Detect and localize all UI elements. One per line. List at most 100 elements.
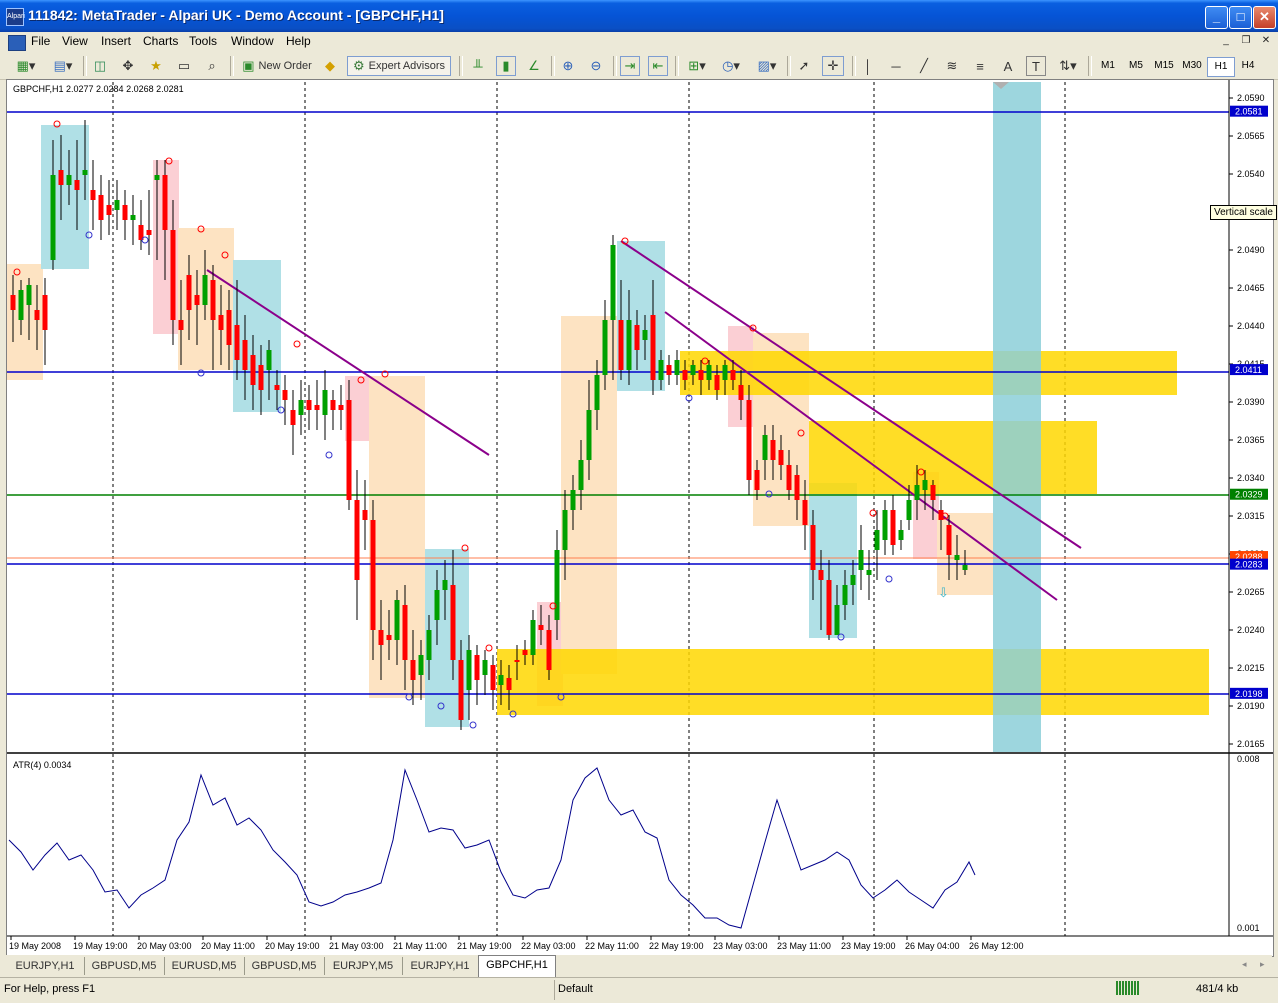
- bar-chart-icon[interactable]: ╨: [468, 56, 488, 76]
- timeframe-h1[interactable]: H1: [1207, 57, 1235, 77]
- menu-tools[interactable]: Tools: [186, 34, 220, 48]
- candle: [890, 495, 896, 555]
- equidistant-channel-icon[interactable]: ≋: [942, 56, 962, 76]
- candle: [314, 380, 320, 430]
- terminal-icon[interactable]: ★: [146, 56, 166, 76]
- line-chart-icon[interactable]: ∠: [524, 56, 544, 76]
- new-order-button[interactable]: ▣ New Order: [237, 56, 317, 76]
- menu-insert[interactable]: Insert: [98, 34, 134, 48]
- maximize-button[interactable]: □: [1229, 6, 1252, 29]
- candle: [874, 510, 880, 580]
- horizontal-line-icon[interactable]: ─: [886, 56, 906, 76]
- candle: [474, 645, 480, 705]
- status-divider: [554, 980, 555, 1000]
- menu-file[interactable]: File: [28, 34, 53, 48]
- candle: [858, 525, 864, 590]
- menu-window[interactable]: Window: [228, 34, 277, 48]
- price-tick-label: 2.0190: [1237, 701, 1265, 711]
- price-chart[interactable]: ⇩ 2.05902.05652.05402.05152.04902.04652.…: [7, 80, 1273, 956]
- trendline-icon[interactable]: ╱: [914, 56, 934, 76]
- toolbar-separator: [1088, 56, 1092, 76]
- crosshair-icon[interactable]: ✛: [822, 56, 844, 76]
- chart-tabs: EURJPY,H1 GBPUSD,M5 EURUSD,M5 GBPUSD,M5 …: [6, 955, 1272, 977]
- data-window-icon[interactable]: ▭: [174, 56, 194, 76]
- mdi-restore-icon[interactable]: ❐: [1238, 34, 1254, 48]
- time-label: 21 May 03:00: [329, 941, 384, 951]
- arrows-icon[interactable]: ⇅▾: [1054, 56, 1082, 76]
- time-label: 20 May 03:00: [137, 941, 192, 951]
- candle: [122, 190, 128, 240]
- fibonacci-icon[interactable]: ≡: [970, 56, 990, 76]
- candle: [114, 180, 120, 230]
- app-icon[interactable]: Alpari: [6, 8, 25, 26]
- templates-icon[interactable]: ▨ ▾: [752, 56, 782, 76]
- candle: [490, 655, 496, 710]
- cursor-icon[interactable]: ➚: [794, 56, 814, 76]
- time-label: 19 May 2008: [9, 941, 61, 951]
- timeframe-h4[interactable]: H4: [1235, 57, 1261, 75]
- periods-icon[interactable]: ◷ ▾: [716, 56, 746, 76]
- text-icon[interactable]: A: [998, 56, 1018, 76]
- menu-view[interactable]: View: [59, 34, 91, 48]
- price-marker-label: 2.0283: [1235, 560, 1263, 570]
- price-tick-label: 2.0265: [1237, 587, 1265, 597]
- candle: [330, 390, 336, 430]
- candle: [322, 370, 328, 440]
- candle: [882, 500, 888, 555]
- expert-advisors-icon: ⚙: [352, 58, 365, 73]
- timeframe-m5[interactable]: M5: [1123, 57, 1149, 75]
- price-marker: 2.0581: [1230, 105, 1268, 117]
- minimize-button[interactable]: _: [1205, 6, 1228, 29]
- candle: [98, 175, 104, 240]
- tab-eurjpy-h1-2[interactable]: EURJPY,H1: [402, 957, 479, 975]
- candlestick-icon[interactable]: ▮: [496, 56, 516, 76]
- price-tick-label: 2.0440: [1237, 321, 1265, 331]
- window-title: 111842: MetaTrader - Alpari UK - Demo Ac…: [28, 7, 444, 23]
- new-chart-icon[interactable]: ▦ ▾: [10, 56, 42, 76]
- tab-scroll-right-icon[interactable]: ▸: [1260, 959, 1265, 970]
- price-tick-label: 2.0565: [1237, 131, 1265, 141]
- profiles-icon[interactable]: ▤ ▾: [48, 56, 78, 76]
- toolbar-separator: [787, 56, 791, 76]
- timeframe-m30[interactable]: M30: [1179, 57, 1205, 75]
- zoom-out-icon[interactable]: ⊖: [586, 56, 606, 76]
- tab-gbpusd-m5[interactable]: GBPUSD,M5: [84, 957, 165, 975]
- text-label-icon[interactable]: T: [1026, 56, 1046, 76]
- close-button[interactable]: ✕: [1253, 6, 1276, 29]
- tab-eurjpy-m5[interactable]: EURJPY,M5: [324, 957, 403, 975]
- tab-gbpusd-m5-2[interactable]: GBPUSD,M5: [244, 957, 325, 975]
- indicators-icon[interactable]: ⊞ ▾: [683, 56, 711, 76]
- chart-window[interactable]: ⇩ 2.05902.05652.05402.05152.04902.04652.…: [6, 79, 1277, 957]
- strategy-tester-icon[interactable]: ⌕: [202, 56, 222, 76]
- toolbar-separator: [551, 56, 555, 76]
- menu-charts[interactable]: Charts: [140, 34, 181, 48]
- toolbar-separator: [613, 56, 617, 76]
- market-watch-icon[interactable]: ◫: [90, 56, 110, 76]
- toolbar-separator: [675, 56, 679, 76]
- expert-advisors-button[interactable]: ⚙ Expert Advisors: [347, 56, 451, 76]
- timeframe-m15[interactable]: M15: [1151, 57, 1177, 75]
- chart-shift-icon[interactable]: ⇤: [648, 56, 668, 76]
- mdi-close-icon[interactable]: ✕: [1258, 34, 1274, 48]
- price-marker: 2.0283: [1230, 558, 1268, 570]
- mdi-chart-icon[interactable]: [8, 35, 26, 51]
- auto-scroll-icon[interactable]: ⇥: [620, 56, 640, 76]
- alert-icon[interactable]: ◆: [320, 56, 340, 76]
- mdi-minimize-icon[interactable]: _: [1218, 34, 1234, 48]
- tab-eurjpy-h1[interactable]: EURJPY,H1: [6, 957, 85, 975]
- time-label: 21 May 11:00: [393, 941, 447, 951]
- candle: [90, 160, 96, 230]
- tab-eurusd-m5[interactable]: EURUSD,M5: [164, 957, 245, 975]
- timeframe-m1[interactable]: M1: [1095, 57, 1121, 75]
- candle: [298, 380, 304, 435]
- candle: [898, 520, 904, 550]
- tab-gbpchf-h1[interactable]: GBPCHF,H1: [478, 955, 556, 977]
- time-label: 19 May 19:00: [73, 941, 128, 951]
- tab-scroll-left-icon[interactable]: ◂: [1242, 959, 1247, 970]
- atr-line: [8, 767, 976, 929]
- candle: [106, 180, 112, 235]
- vertical-line-icon[interactable]: │: [858, 56, 878, 76]
- zoom-in-icon[interactable]: ⊕: [558, 56, 578, 76]
- menu-help[interactable]: Help: [283, 34, 314, 48]
- navigator-icon[interactable]: ✥: [118, 56, 138, 76]
